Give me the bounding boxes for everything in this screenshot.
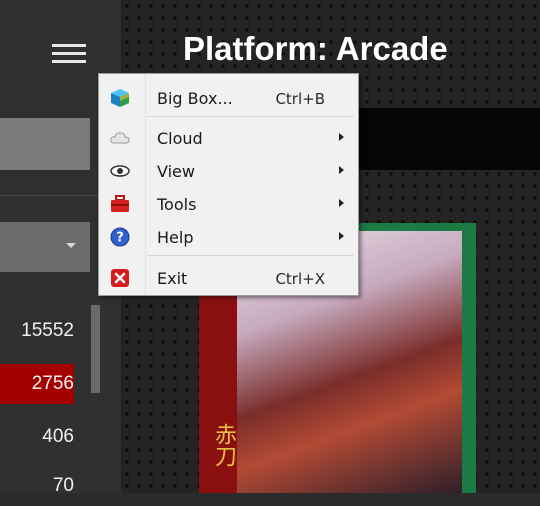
menu-item-shortcut: Ctrl+B [275, 90, 325, 108]
cover-spine: 赤刀 [199, 263, 237, 493]
list-item-count[interactable]: 70 [0, 466, 74, 506]
menu-separator [147, 255, 354, 256]
menu-item-exit[interactable]: Exit Ctrl+X [99, 261, 358, 294]
menu-separator [147, 116, 354, 117]
cover-spine-text: 赤刀 [211, 423, 236, 467]
list-item-count[interactable]: 406 [0, 417, 74, 457]
exit-icon [111, 269, 129, 287]
menu-item-label: View [157, 162, 195, 181]
submenu-arrow-icon [339, 133, 344, 141]
menu-item-label: Tools [157, 195, 197, 214]
list-item-count-selected[interactable]: 2756 [0, 364, 74, 404]
hamburger-menu-icon[interactable] [52, 43, 86, 65]
page-title: Platform: Arcade [183, 30, 448, 67]
submenu-arrow-icon [339, 232, 344, 240]
submenu-arrow-icon [339, 166, 344, 174]
help-icon: ? [110, 227, 130, 247]
menu-item-help[interactable]: ? Help [99, 220, 358, 253]
menu-item-cloud[interactable]: Cloud [99, 121, 358, 154]
menu-item-label: Help [157, 228, 194, 247]
sidebar-search-box[interactable] [0, 118, 90, 170]
menu-item-label: Exit [157, 269, 188, 288]
sidebar-scrollbar[interactable] [91, 305, 100, 393]
svg-text:?: ? [116, 231, 124, 246]
menu-item-label: Cloud [157, 129, 203, 148]
toolbox-icon [111, 195, 129, 212]
submenu-arrow-icon [339, 199, 344, 207]
menu-item-view[interactable]: View [99, 154, 358, 187]
bigbox-cube-icon [111, 89, 129, 107]
menu-item-label: Big Box... [157, 89, 233, 108]
chevron-down-icon [66, 243, 76, 248]
list-item-count[interactable]: 15552 [0, 311, 74, 351]
sidebar-filter-dropdown[interactable] [0, 222, 90, 272]
menu-item-tools[interactable]: Tools [99, 187, 358, 220]
menu-item-shortcut: Ctrl+X [275, 270, 325, 288]
platform-banner [359, 108, 540, 170]
eye-icon [110, 165, 130, 177]
context-menu: Big Box... Ctrl+B Cloud View Tools ? Hel… [98, 73, 359, 296]
cloud-icon [110, 132, 130, 144]
menu-item-big-box[interactable]: Big Box... Ctrl+B [99, 81, 358, 114]
